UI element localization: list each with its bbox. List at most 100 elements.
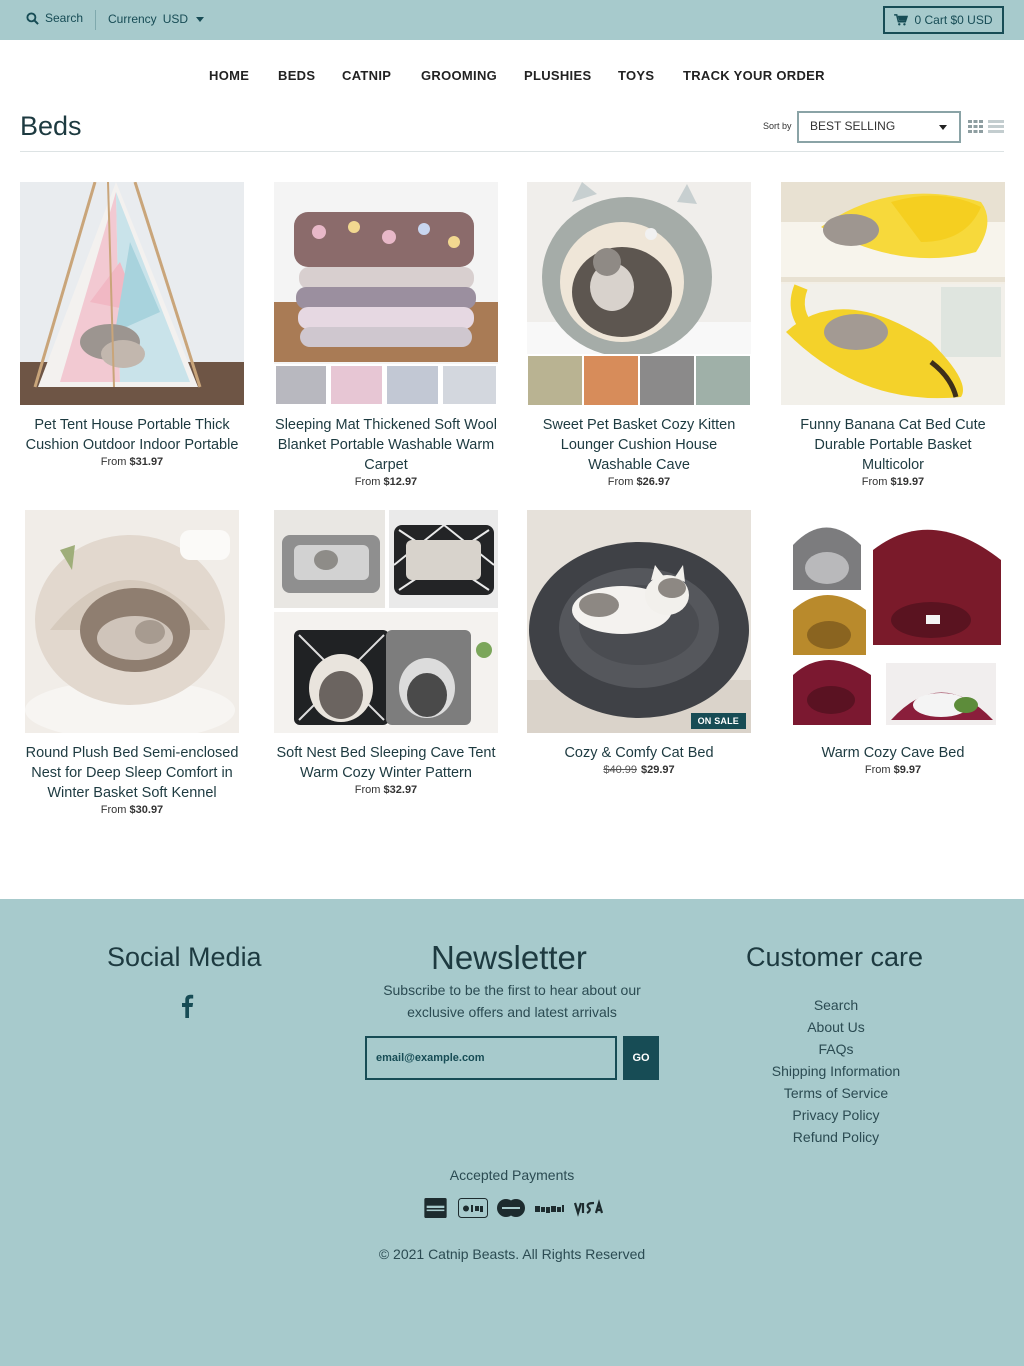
list-view-icon[interactable] bbox=[988, 120, 1004, 133]
nav-item-plushies[interactable]: PLUSHIES bbox=[524, 68, 591, 83]
visa-icon bbox=[574, 1199, 604, 1217]
price-value: $32.97 bbox=[383, 784, 418, 796]
price-prefix: From bbox=[607, 476, 634, 488]
payment-methods bbox=[421, 1195, 604, 1221]
product-price: From $32.97 bbox=[274, 783, 498, 798]
nav-item-track-order[interactable]: TRACK YOUR ORDER bbox=[683, 68, 825, 83]
product-title[interactable]: Soft Nest Bed Sleeping Cave Tent Warm Co… bbox=[274, 743, 498, 783]
product-price: From $26.97 bbox=[527, 475, 751, 490]
go-button[interactable]: GO bbox=[623, 1036, 659, 1080]
product-price: From $31.97 bbox=[20, 455, 244, 470]
footer-link-shipping[interactable]: Shipping Information bbox=[736, 1060, 936, 1082]
currency-value: USD bbox=[162, 12, 189, 26]
sort-by-label: Sort by bbox=[763, 121, 792, 131]
customer-care-links: Search About Us FAQs Shipping Informatio… bbox=[736, 994, 936, 1148]
nav-item-catnip[interactable]: CATNIP bbox=[342, 68, 391, 83]
product-price: From $19.97 bbox=[781, 475, 1005, 490]
price-prefix: From bbox=[100, 804, 127, 816]
mastercard-icon bbox=[497, 1199, 525, 1217]
product-card[interactable]: Sweet Pet Basket Cozy Kitten Lounger Cus… bbox=[527, 182, 751, 490]
social-heading: Social Media bbox=[107, 942, 262, 972]
price-value: $9.97 bbox=[893, 764, 922, 776]
nav-item-toys[interactable]: TOYS bbox=[618, 68, 654, 83]
chevron-down-icon bbox=[939, 125, 947, 130]
product-price: From $12.97 bbox=[274, 475, 498, 490]
price-value: $12.97 bbox=[383, 476, 418, 488]
product-price: $40.99 $29.97 bbox=[527, 763, 751, 778]
apple-pay-icon bbox=[458, 1198, 488, 1218]
product-price: From $9.97 bbox=[781, 763, 1005, 778]
divider bbox=[20, 151, 1004, 152]
product-title[interactable]: Warm Cozy Cave Bed bbox=[781, 743, 1005, 763]
footer-link-privacy[interactable]: Privacy Policy bbox=[736, 1104, 936, 1126]
nav-item-grooming[interactable]: GROOMING bbox=[421, 68, 497, 83]
american-express-icon bbox=[424, 1198, 447, 1218]
product-title[interactable]: Sweet Pet Basket Cozy Kitten Lounger Cus… bbox=[527, 415, 751, 475]
facebook-icon[interactable] bbox=[180, 994, 194, 1018]
product-title[interactable]: Sleeping Mat Thickened Soft Wool Blanket… bbox=[274, 415, 498, 475]
page-title: Beds bbox=[20, 111, 82, 141]
email-field[interactable] bbox=[365, 1036, 617, 1080]
product-image[interactable]: ON SALE bbox=[527, 510, 751, 733]
product-card[interactable]: ON SALE Cozy & Comfy Cat Bed $40.99 $29.9… bbox=[527, 510, 751, 778]
product-image[interactable] bbox=[274, 182, 498, 405]
price-value: $29.97 bbox=[641, 764, 675, 776]
sort-value: BEST SELLING bbox=[810, 119, 896, 133]
top-bar: Search Currency USD 0 Cart $0 USD bbox=[0, 0, 1024, 40]
price-value: $30.97 bbox=[129, 804, 164, 816]
product-title[interactable]: Cozy & Comfy Cat Bed bbox=[527, 743, 751, 763]
nav-item-home[interactable]: HOME bbox=[209, 68, 249, 83]
product-image[interactable] bbox=[527, 182, 751, 405]
product-card[interactable]: Sleeping Mat Thickened Soft Wool Blanket… bbox=[274, 182, 498, 490]
currency-selector[interactable]: Currency USD bbox=[108, 12, 205, 26]
price-value: $31.97 bbox=[129, 456, 164, 468]
price-prefix: From bbox=[354, 476, 381, 488]
payments-label: Accepted Payments bbox=[449, 1167, 575, 1183]
product-title[interactable]: Pet Tent House Portable Thick Cushion Ou… bbox=[20, 415, 244, 455]
compare-price: $40.99 bbox=[603, 764, 637, 776]
sort-select[interactable]: BEST SELLING bbox=[797, 111, 961, 143]
cart-label: 0 Cart $0 USD bbox=[914, 13, 993, 27]
cart-icon bbox=[894, 14, 909, 26]
price-prefix: From bbox=[864, 764, 891, 776]
price-prefix: From bbox=[354, 784, 381, 796]
nav-item-beds[interactable]: BEDS bbox=[278, 68, 315, 83]
product-card[interactable]: Soft Nest Bed Sleeping Cave Tent Warm Co… bbox=[274, 510, 498, 798]
price-prefix: From bbox=[861, 476, 888, 488]
copyright: © 2021 Catnip Beasts. All Rights Reserve… bbox=[378, 1246, 646, 1262]
search-icon bbox=[26, 11, 39, 25]
currency-label: Currency bbox=[108, 12, 157, 26]
price-value: $19.97 bbox=[890, 476, 925, 488]
grid-view-icon[interactable] bbox=[968, 120, 983, 133]
product-image[interactable] bbox=[781, 510, 1005, 733]
product-card[interactable]: Warm Cozy Cave Bed From $9.97 bbox=[781, 510, 1005, 778]
product-card[interactable]: Pet Tent House Portable Thick Cushion Ou… bbox=[20, 182, 244, 470]
newsletter-text: Subscribe to be the first to hear about … bbox=[383, 982, 641, 1020]
price-value: $26.97 bbox=[636, 476, 671, 488]
cart-button[interactable]: 0 Cart $0 USD bbox=[883, 6, 1004, 34]
search-link[interactable]: Search bbox=[26, 11, 83, 25]
product-image[interactable] bbox=[20, 510, 244, 733]
footer-link-about-us[interactable]: About Us bbox=[736, 1016, 936, 1038]
product-title[interactable]: Funny Banana Cat Bed Cute Durable Portab… bbox=[781, 415, 1005, 475]
chevron-down-icon bbox=[196, 16, 205, 22]
product-image[interactable] bbox=[781, 182, 1005, 405]
divider bbox=[95, 10, 96, 30]
product-title[interactable]: Round Plush Bed Semi-enclosed Nest for D… bbox=[20, 743, 244, 803]
product-card[interactable]: Round Plush Bed Semi-enclosed Nest for D… bbox=[20, 510, 244, 818]
footer: Social Media Newsletter Subscribe to be … bbox=[0, 899, 1024, 1366]
search-label: Search bbox=[45, 11, 84, 25]
product-image[interactable] bbox=[274, 510, 498, 733]
price-prefix: From bbox=[100, 456, 127, 468]
product-image[interactable] bbox=[20, 182, 244, 405]
footer-link-faqs[interactable]: FAQs bbox=[736, 1038, 936, 1060]
footer-link-refund[interactable]: Refund Policy bbox=[736, 1126, 936, 1148]
product-card[interactable]: Funny Banana Cat Bed Cute Durable Portab… bbox=[781, 182, 1005, 490]
footer-link-search[interactable]: Search bbox=[736, 994, 936, 1016]
product-price: From $30.97 bbox=[20, 803, 244, 818]
sale-badge: ON SALE bbox=[690, 713, 746, 729]
main-nav: HOME BEDS CATNIP GROOMING PLUSHIES TOYS … bbox=[0, 68, 1024, 88]
footer-link-terms[interactable]: Terms of Service bbox=[736, 1082, 936, 1104]
customer-care-heading: Customer care bbox=[746, 942, 924, 972]
newsletter-heading: Newsletter bbox=[431, 939, 587, 976]
